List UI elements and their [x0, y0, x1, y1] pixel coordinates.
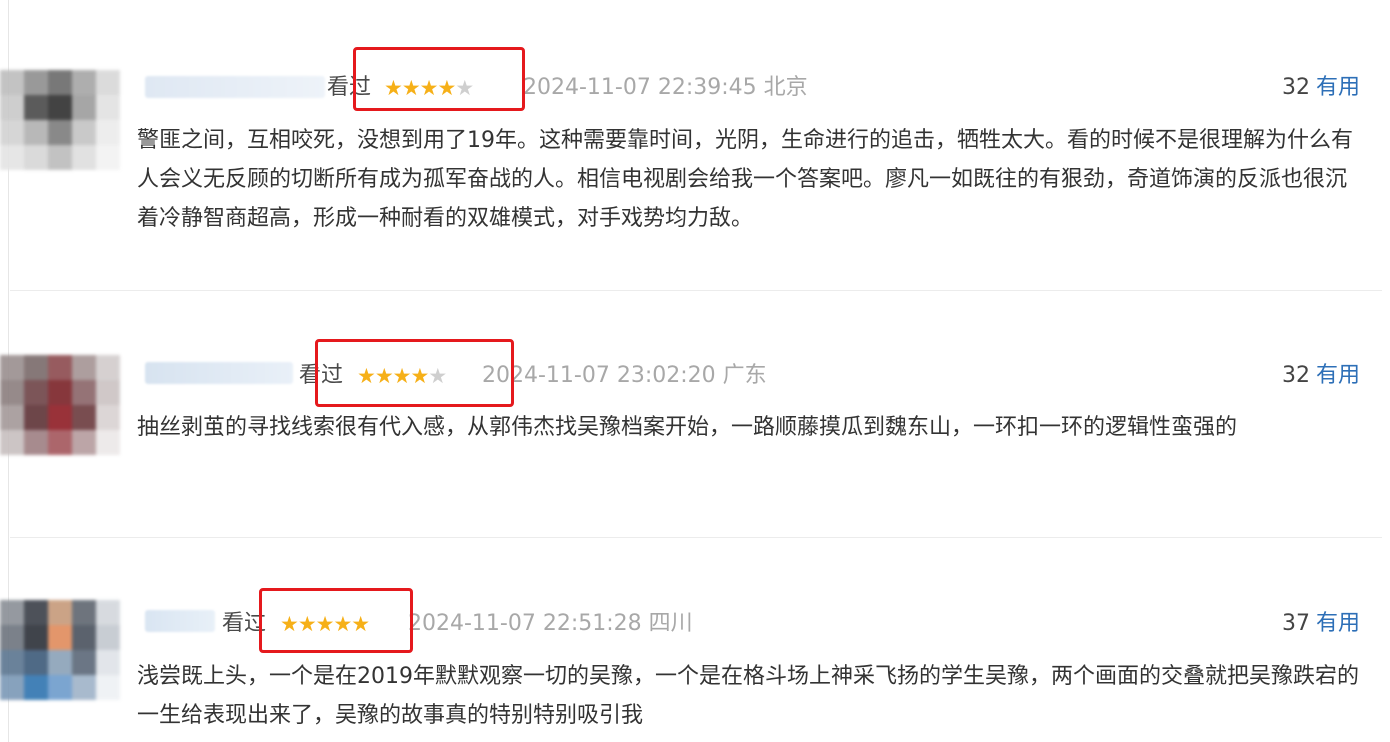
username-blurred[interactable] — [145, 362, 293, 384]
useful-vote-button[interactable]: 37 有用 — [1282, 609, 1360, 639]
useful-vote-button[interactable]: 32 有用 — [1282, 73, 1360, 103]
review-text: 抽丝剥茧的寻找线索很有代入感，从郭伟杰找吴豫档案开始，一路顺藤摸瓜到魏东山，一环… — [137, 415, 1238, 440]
useful-label[interactable]: 有用 — [1316, 611, 1360, 636]
avatar[interactable] — [0, 600, 120, 700]
review-meta: 2024-11-07 23:02:20 广东 — [482, 361, 767, 391]
username-blurred[interactable] — [145, 76, 325, 98]
review-text: 浅尝既上头，一个是在2019年默默观察一切的吴豫，一个是在格斗场上神采飞扬的学生… — [137, 664, 1359, 728]
useful-label[interactable]: 有用 — [1316, 75, 1360, 100]
review-divider — [10, 537, 1382, 538]
avatar[interactable] — [0, 355, 120, 455]
useful-count: 32 — [1281, 75, 1310, 100]
review-timestamp: 2024-11-07 22:39:45 — [523, 75, 757, 100]
review-location: 四川 — [648, 611, 693, 636]
review-divider — [10, 290, 1382, 291]
avatar[interactable] — [0, 70, 120, 170]
rating-highlight-box — [259, 588, 413, 653]
review-meta: 2024-11-07 22:39:45 北京 — [523, 73, 808, 103]
review-location: 北京 — [763, 75, 808, 100]
review-text: 警匪之间，互相咬死，没想到用了19年。这种需要靠时间，光阴，生命进行的追击，牺牲… — [137, 128, 1353, 231]
useful-count: 37 — [1281, 611, 1310, 636]
review-meta: 2024-11-07 22:51:28 四川 — [408, 609, 693, 639]
rating-highlight-box — [353, 47, 525, 111]
review-location: 广东 — [722, 363, 767, 388]
rating-highlight-box — [315, 339, 514, 407]
username-blurred[interactable] — [145, 610, 215, 632]
useful-label[interactable]: 有用 — [1316, 363, 1360, 388]
useful-vote-button[interactable]: 32 有用 — [1282, 361, 1360, 391]
review-timestamp: 2024-11-07 23:02:20 — [482, 363, 716, 388]
useful-count: 32 — [1281, 363, 1310, 388]
review-timestamp: 2024-11-07 22:51:28 — [408, 611, 642, 636]
